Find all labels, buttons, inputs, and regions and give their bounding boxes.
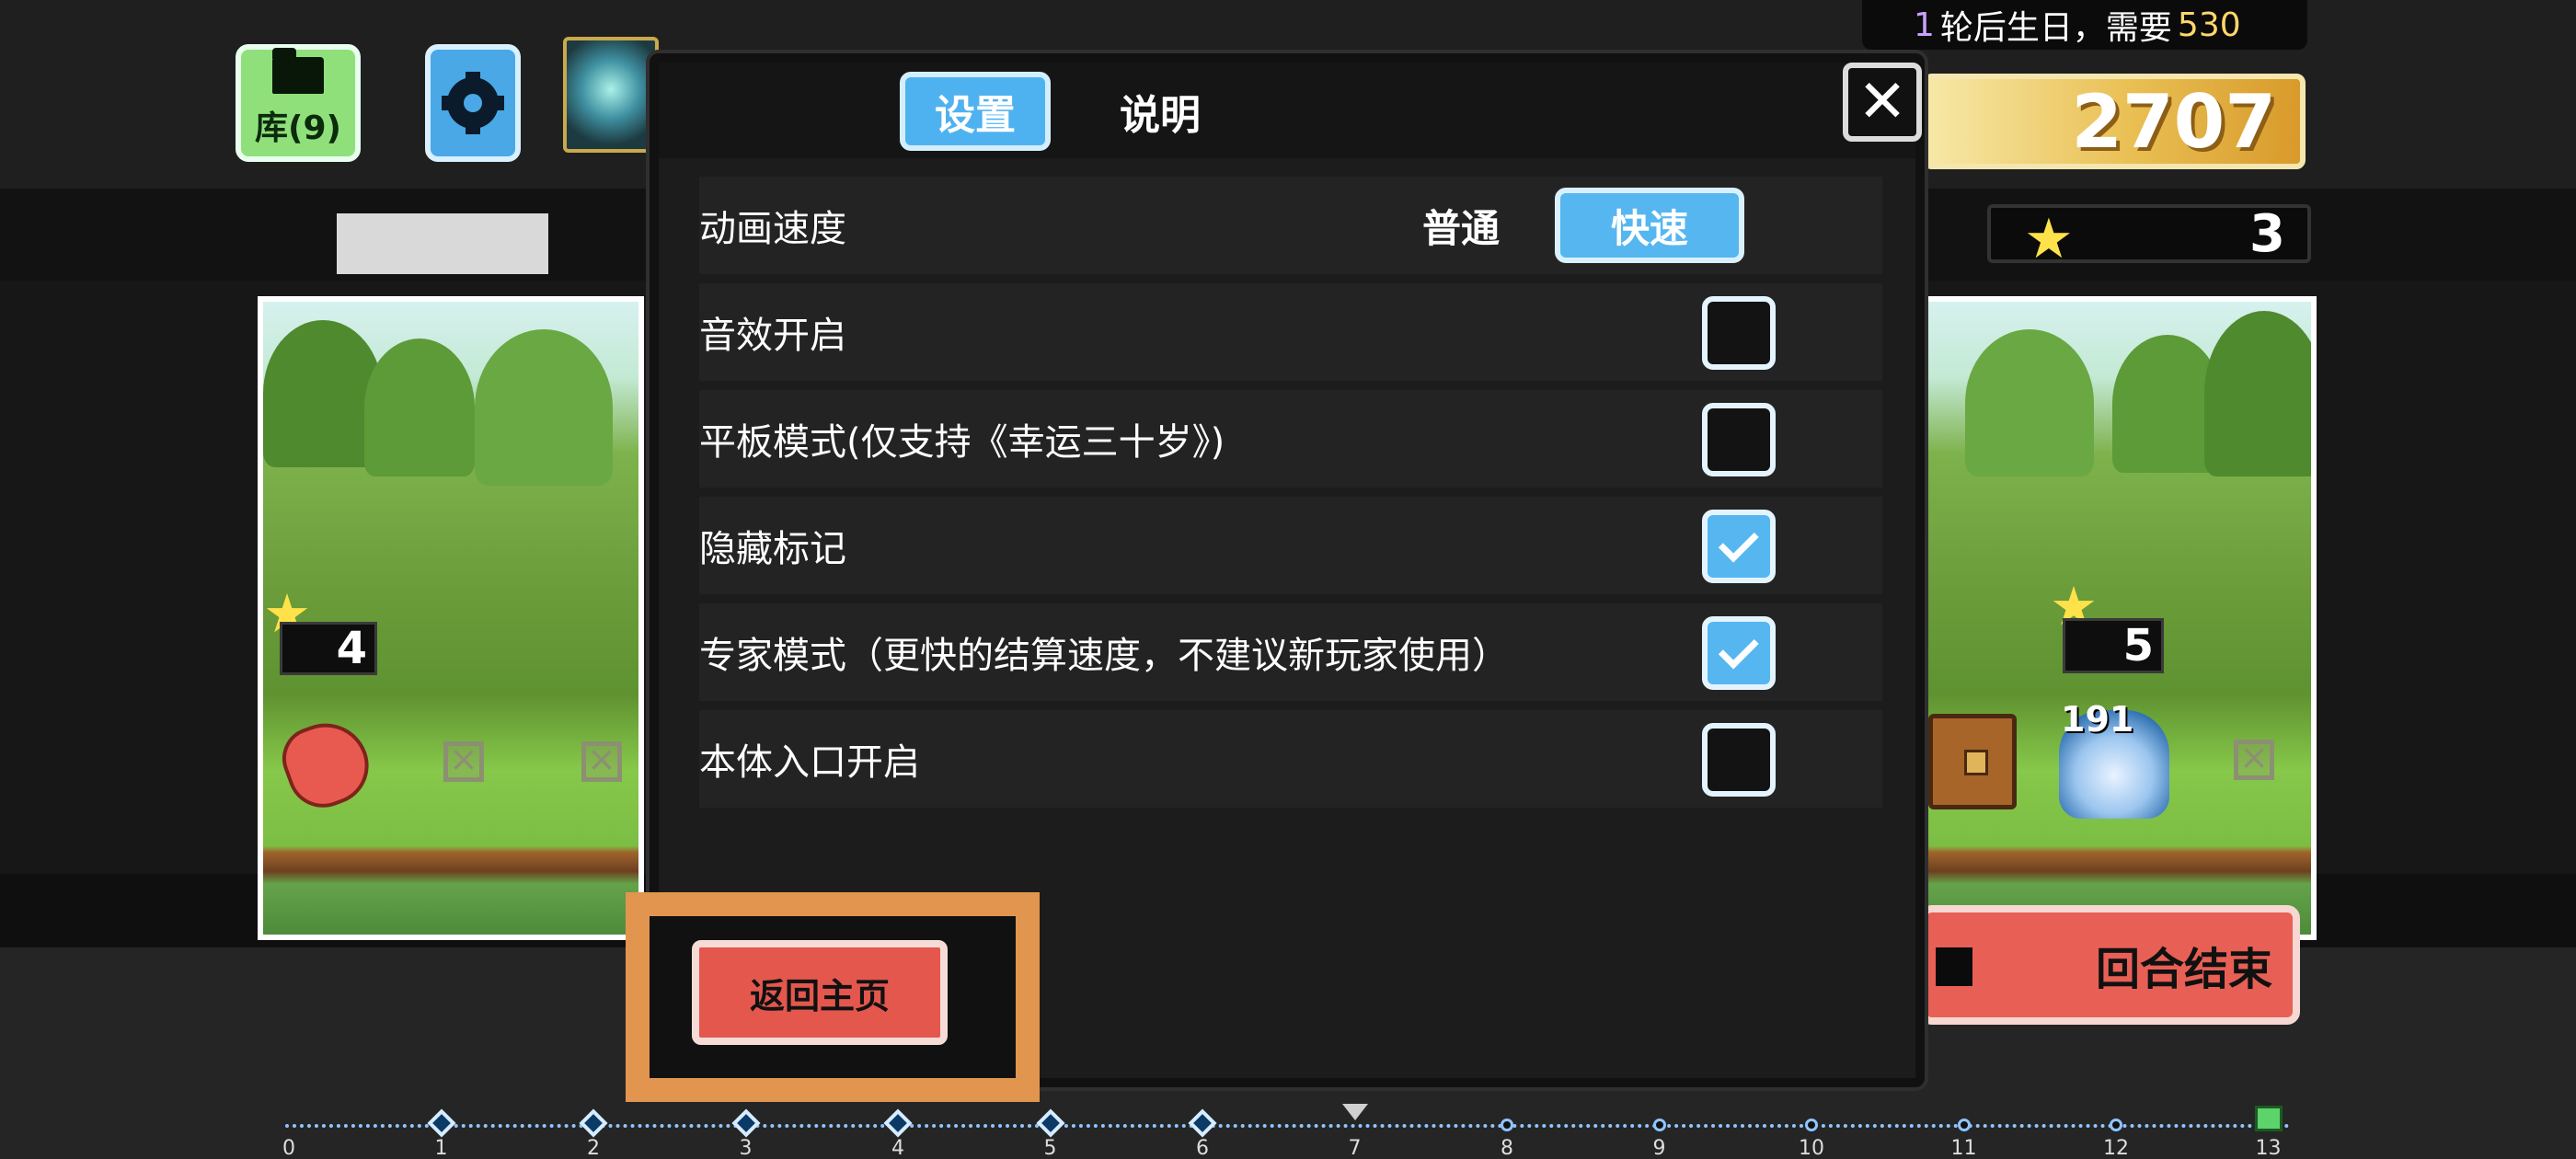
timeline-node — [579, 1108, 608, 1138]
setting-label: 本体入口开启 — [699, 741, 920, 784]
setting-row-tablet-mode: 平板模式(仅支持《幸运三十岁》) — [699, 390, 1882, 488]
setting-row-sound: 音效开启 — [699, 283, 1882, 381]
current-round-marker-icon — [1341, 1104, 1368, 1120]
timeline-node — [730, 1108, 761, 1138]
timeline-node — [1957, 1119, 1971, 1131]
library-button[interactable]: 库(9) — [236, 44, 361, 162]
setting-label: 平板模式(仅支持《幸运三十岁》) — [699, 421, 1225, 464]
gold-counter: 2707 — [1923, 74, 2306, 169]
timeline-node — [883, 1108, 913, 1138]
setting-label: 音效开启 — [699, 315, 846, 357]
timeline-tick-label: 5 — [1043, 1137, 1057, 1159]
tab-explanation[interactable]: 说明 — [1091, 72, 1229, 151]
modal-header — [659, 63, 1915, 158]
timeline-node — [1652, 1119, 1666, 1131]
speed-normal-option[interactable]: 普通 — [1422, 177, 1500, 274]
timeline-tick-label: 11 — [1950, 1137, 1977, 1159]
timeline-tick-label: 2 — [587, 1137, 600, 1159]
timeline-tick-label: 13 — [2255, 1137, 2282, 1159]
end-turn-square-icon — [1936, 947, 1972, 986]
setting-row-hide-markers: 隐藏标记 — [699, 497, 1882, 594]
enemy-hp-value: 5 — [2122, 620, 2154, 671]
timeline-node — [2110, 1119, 2122, 1131]
main-entry-checkbox[interactable] — [1702, 723, 1776, 797]
tablet-mode-checkbox[interactable] — [1702, 403, 1776, 476]
star-value: 3 — [2249, 203, 2285, 264]
tab-settings[interactable]: 设置 — [900, 72, 1051, 151]
speed-fast-option[interactable]: 快速 — [1555, 188, 1744, 263]
player-hp-box: 4 — [280, 622, 377, 675]
timeline-node — [1035, 1108, 1065, 1138]
setting-row-main-entry: 本体入口开启 — [699, 710, 1882, 808]
settings-button[interactable] — [425, 44, 521, 162]
timeline-tick-label: 4 — [891, 1137, 904, 1159]
birthday-cost: 530 — [2177, 6, 2241, 44]
library-label: 库(9) — [255, 109, 341, 147]
treasure-chest-sprite[interactable] — [1928, 714, 2017, 809]
setting-row-expert-mode: 专家模式（更快的结算速度，不建议新玩家使用） — [699, 603, 1882, 701]
timeline-node — [426, 1108, 456, 1138]
folder-icon — [272, 48, 324, 94]
empty-slot[interactable] — [581, 739, 622, 782]
star-counter: ★ 3 — [1987, 203, 2311, 267]
sound-checkbox[interactable] — [1702, 296, 1776, 370]
tree — [1965, 329, 2094, 476]
star-icon: ★ — [2024, 207, 2074, 271]
end-turn-label: 回合结束 — [2095, 944, 2272, 995]
close-button[interactable]: ✕ — [1843, 63, 1922, 142]
close-icon: ✕ — [1857, 68, 1907, 136]
timeline-node — [1188, 1108, 1217, 1138]
player-item-sprite[interactable] — [273, 711, 380, 818]
expert-mode-checkbox[interactable] — [1702, 616, 1776, 690]
timeline-tick-label: 8 — [1501, 1137, 1513, 1159]
return-home-label: 返回主页 — [749, 975, 890, 1016]
setting-label: 专家模式（更快的结算速度，不建议新玩家使用） — [699, 635, 1509, 677]
player-hp-value: 4 — [336, 623, 367, 674]
tree — [475, 329, 613, 486]
timeline-tick-label: 6 — [1196, 1137, 1209, 1159]
gear-icon — [442, 72, 504, 134]
left-name-plate — [337, 213, 548, 274]
gold-value: 2707 — [2071, 78, 2276, 165]
timeline-tick-label: 7 — [1348, 1137, 1362, 1159]
round-timeline: 0 1 2 3 4 5 6 7 8 9 10 11 12 13 — [276, 1104, 2300, 1159]
timeline-tick-label: 12 — [2103, 1137, 2129, 1159]
end-turn-button[interactable]: 回合结束 — [1919, 905, 2300, 1025]
birthday-banner: 1 轮后生日，需要 530 — [1862, 0, 2307, 50]
player-battle-scene: ★ 4 — [258, 296, 644, 940]
enemy-battle-scene: ★ 5 191 — [1923, 296, 2317, 940]
birthday-text: 轮后生日，需要 — [1939, 9, 2172, 47]
enemy-hp-box: 5 — [2063, 618, 2164, 673]
timeline-node — [1501, 1119, 1513, 1131]
timeline-tick-label: 10 — [1799, 1137, 1824, 1159]
enemy-level: 191 — [2061, 699, 2134, 740]
timeline-tick-label: 3 — [739, 1137, 753, 1159]
tree — [364, 339, 475, 476]
empty-slot[interactable] — [2234, 737, 2274, 780]
birthday-rounds: 1 — [1914, 6, 1935, 44]
timeline-node — [1805, 1119, 1818, 1131]
timeline-tick-label: 1 — [434, 1137, 448, 1159]
timeline-tick-label: 0 — [282, 1137, 295, 1159]
hide-markers-checkbox[interactable] — [1702, 510, 1776, 583]
timeline-tick-label: 9 — [1652, 1137, 1666, 1159]
setting-label: 隐藏标记 — [699, 528, 846, 570]
tree — [2204, 311, 2311, 476]
finish-flag-icon — [2254, 1106, 2283, 1131]
character-portrait[interactable] — [563, 37, 659, 153]
empty-slot[interactable] — [443, 739, 484, 782]
setting-label: 动画速度 — [699, 208, 846, 250]
setting-row-animation-speed: 动画速度 普通 快速 — [699, 177, 1882, 274]
return-home-button[interactable]: 返回主页 — [692, 940, 948, 1045]
